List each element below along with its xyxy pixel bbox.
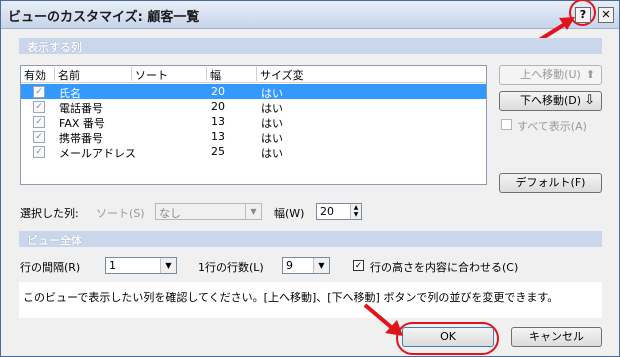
default-button[interactable]: デフォルト(F)	[499, 173, 602, 193]
header-sort[interactable]: ソート	[132, 67, 207, 82]
header-enabled[interactable]: 有効	[21, 67, 55, 82]
enabled-checkbox[interactable]: ✓	[33, 101, 45, 113]
table-row[interactable]: ✓ 携帯番号 13 はい	[21, 129, 486, 145]
ok-pointer-arrow-icon	[363, 303, 403, 336]
header-width[interactable]: 幅	[207, 67, 257, 82]
close-button[interactable]: ✕	[598, 7, 614, 23]
cell-width: 20	[211, 85, 225, 98]
cell-width: 13	[211, 115, 225, 128]
cell-width: 20	[211, 100, 225, 113]
info-text: このビューで表示したい列を確認してください。[上へ移動]、[下へ移動] ボタンで…	[23, 291, 559, 304]
table-row[interactable]: ✓ 電話番号 20 はい	[21, 99, 486, 115]
cancel-button[interactable]: キャンセル	[511, 327, 602, 347]
enabled-checkbox[interactable]: ✓	[33, 86, 45, 98]
cell-width: 13	[211, 130, 225, 143]
show-all-checkbox[interactable]	[501, 119, 512, 130]
table-row[interactable]: ✓ メールアドレス 25 はい	[21, 144, 486, 160]
row-spacing-label: 行の間隔(R)	[20, 261, 81, 274]
width-spinner[interactable]: 20 ▲ ▼	[316, 203, 362, 220]
selected-column-label: 選択した列:	[20, 207, 79, 220]
arrow-up-icon: ⬆	[585, 68, 595, 81]
customize-view-dialog: ビューのカスタマイズ: 顧客一覧 ? ✕ 表示する列 有効 名前 ソート 幅 サ…	[0, 0, 620, 357]
move-up-button[interactable]: 上へ移動(U) ⬆	[499, 65, 602, 85]
lines-per-row-label: 1行の行数(L)	[198, 261, 264, 274]
enabled-checkbox[interactable]: ✓	[33, 131, 45, 143]
section-header-columns: 表示する列	[19, 38, 602, 54]
table-row[interactable]: ✓ 氏名 20 はい	[21, 84, 486, 100]
chevron-down-icon: ▼	[313, 258, 329, 273]
enabled-checkbox[interactable]: ✓	[33, 116, 45, 128]
dialog-title: ビューのカスタマイズ: 顧客一覧	[8, 10, 200, 25]
lines-per-row-select[interactable]: 9 ▼	[282, 257, 330, 274]
fit-height-checkbox[interactable]: ✓	[353, 260, 364, 271]
fit-height-label: 行の高さを内容に合わせる(C)	[370, 261, 519, 274]
arrow-down-icon: ⇩	[584, 93, 595, 108]
info-panel: このビューで表示したい列を確認してください。[上へ移動]、[下へ移動] ボタンで…	[19, 282, 602, 318]
chevron-down-icon: ▼	[245, 204, 261, 219]
ok-button[interactable]: OK	[402, 327, 494, 347]
sort-select[interactable]: なし ▼	[155, 203, 262, 220]
column-list[interactable]: 有効 名前 ソート 幅 サイズ変 ✓ 氏名 20 はい ✓ 電話番号 20 はい ✓ FAX 番号…	[20, 65, 487, 185]
header-resize[interactable]: サイズ変	[257, 67, 337, 82]
row-spacing-select[interactable]: 1 ▼	[105, 257, 177, 274]
move-down-button[interactable]: 下へ移動(D) ⇩	[499, 91, 602, 111]
cell-resize: はい	[261, 147, 283, 160]
cell-name: メールアドレス	[59, 147, 136, 160]
enabled-checkbox[interactable]: ✓	[33, 146, 45, 158]
section-header-view: ビュー全体	[19, 231, 602, 247]
title-bar: ビューのカスタマイズ: 顧客一覧 ? ✕	[1, 0, 619, 29]
cell-width: 25	[211, 145, 225, 158]
chevron-down-icon: ▼	[160, 258, 176, 273]
table-row[interactable]: ✓ FAX 番号 13 はい	[21, 114, 486, 130]
list-header: 有効 名前 ソート 幅 サイズ変	[21, 66, 486, 83]
width-label: 幅(W)	[274, 207, 305, 220]
header-name[interactable]: 名前	[55, 67, 132, 82]
show-all-label: すべて表示(A)	[517, 120, 587, 133]
sort-label: ソート(S)	[96, 207, 145, 220]
spin-arrows-icon[interactable]: ▲ ▼	[350, 204, 361, 219]
